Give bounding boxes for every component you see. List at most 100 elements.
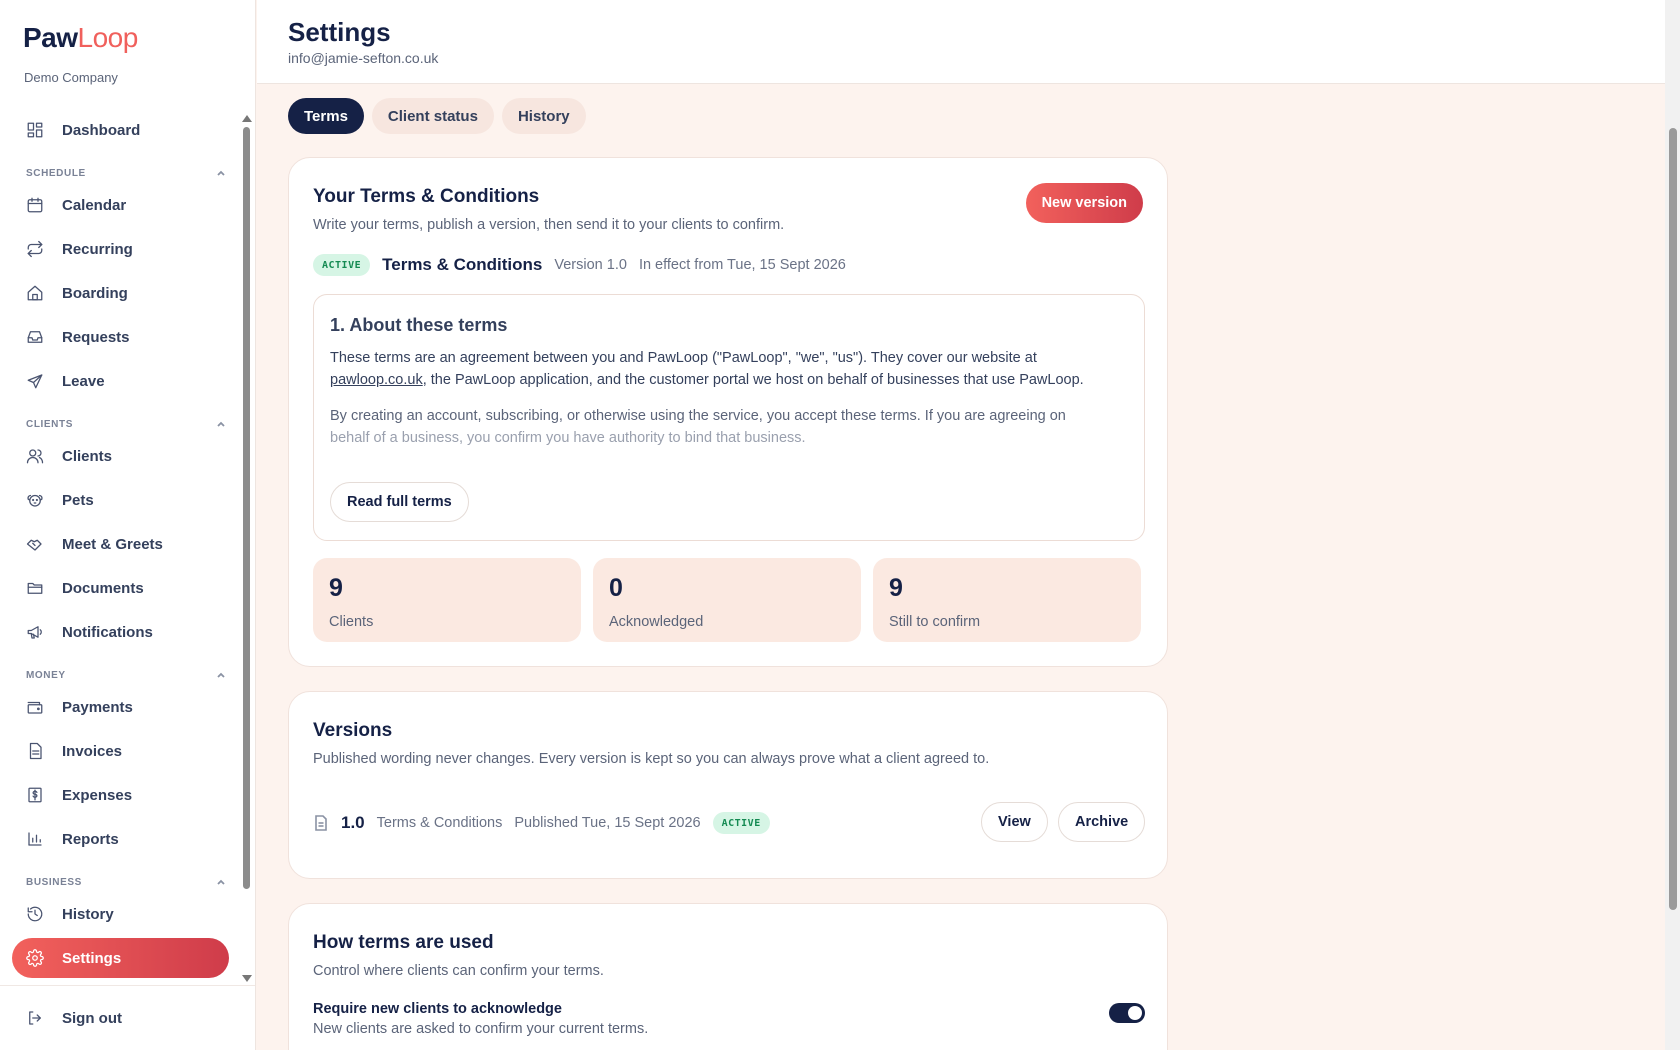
account-email: info@jamie-sefton.co.uk [288, 50, 439, 66]
scroll-up-arrow-icon[interactable] [242, 115, 252, 122]
versions-card: Versions Published wording never changes… [288, 691, 1168, 879]
sidebar-item-leave[interactable]: Leave [12, 361, 228, 401]
logo-text-loop: Loop [77, 22, 139, 53]
sidebar-item-label: Notifications [62, 623, 153, 641]
history-icon [26, 905, 44, 923]
terms-paragraph-2b: behalf of a business, you confirm you ha… [330, 430, 806, 446]
bar-chart-icon [26, 830, 44, 848]
terms-card: Your Terms & Conditions Write your terms… [288, 157, 1168, 667]
sidebar-item-boarding[interactable]: Boarding [12, 273, 228, 313]
page-scroll-thumb[interactable] [1669, 128, 1677, 910]
sidebar-item-label: Payments [62, 698, 133, 716]
new-version-button[interactable]: New version [1025, 183, 1143, 223]
sidebar-item-meet-greets[interactable]: Meet & Greets [12, 524, 228, 564]
terms-text: These terms are an agreement between you… [330, 350, 1037, 366]
handshake-icon [26, 535, 44, 553]
section-schedule[interactable]: SCHEDULE [26, 166, 226, 180]
document-icon [313, 815, 329, 831]
chevron-up-icon[interactable] [216, 168, 226, 178]
logout-icon [26, 1009, 44, 1027]
stat-still-to-confirm: 9 Still to confirm [873, 558, 1141, 642]
sidebar-item-calendar[interactable]: Calendar [12, 185, 228, 225]
sidebar-item-payments[interactable]: Payments [12, 687, 228, 727]
status-badge: ACTIVE [313, 254, 371, 276]
logo[interactable]: Paw Loop [23, 22, 138, 54]
chevron-up-icon[interactable] [216, 877, 226, 887]
sidebar-item-settings[interactable]: Settings [12, 938, 229, 978]
sidebar-item-label: Meet & Greets [62, 535, 163, 553]
sidebar-item-label: Boarding [62, 284, 128, 302]
company-name: Demo Company [24, 70, 118, 85]
terms-doc-title: Terms & Conditions [382, 255, 543, 274]
sidebar-item-label: Expenses [62, 786, 133, 804]
usage-card-desc: Control where clients can confirm your t… [313, 963, 604, 979]
sidebar-item-label: Documents [62, 579, 144, 597]
tab-client-status[interactable]: Client status [371, 98, 494, 134]
sidebar: Paw Loop Demo Company Dashboard SCHEDULE … [0, 0, 256, 1050]
section-label: CLIENTS [26, 418, 73, 430]
chevron-up-icon[interactable] [216, 670, 226, 680]
sidebar-item-label: Reports [62, 830, 119, 848]
view-version-button[interactable]: View [981, 802, 1048, 842]
home-icon [26, 284, 44, 302]
section-label: BUSINESS [26, 876, 82, 888]
settings-tabs: Terms Client status History [288, 98, 586, 134]
terms-section-title: 1. About these terms [330, 315, 508, 335]
section-money[interactable]: MONEY [26, 668, 226, 682]
dog-icon [26, 491, 44, 509]
archive-version-button[interactable]: Archive [1058, 802, 1146, 842]
toggle-knob [1128, 1006, 1142, 1020]
plane-icon [26, 372, 44, 390]
tab-history[interactable]: History [501, 98, 586, 134]
page-header: Settings info@jamie-sefton.co.uk [257, 0, 1665, 84]
sidebar-item-label: History [62, 905, 114, 923]
signout-divider [0, 985, 255, 986]
sidebar-item-pets[interactable]: Pets [12, 480, 228, 520]
sidebar-item-recurring[interactable]: Recurring [12, 229, 228, 269]
users-icon [26, 447, 44, 465]
require-ack-toggle[interactable] [1109, 1003, 1145, 1023]
chevron-up-icon[interactable] [216, 419, 226, 429]
sidebar-item-history[interactable]: History [12, 894, 228, 934]
sign-out-label: Sign out [62, 1009, 122, 1027]
sidebar-item-notifications[interactable]: Notifications [12, 612, 228, 652]
acknowledgement-stats: 9 Clients 0 Acknowledged 9 Still to conf… [313, 558, 1141, 642]
scroll-down-arrow-icon[interactable] [242, 975, 252, 982]
read-full-terms-button[interactable]: Read full terms [330, 482, 469, 522]
stat-label: Clients [329, 614, 374, 630]
tab-terms[interactable]: Terms [288, 98, 364, 134]
sidebar-scroll-thumb[interactable] [243, 127, 250, 889]
stat-value: 0 [609, 574, 623, 602]
sidebar-item-dashboard[interactable]: Dashboard [12, 110, 228, 150]
sidebar-item-clients[interactable]: Clients [12, 436, 228, 476]
gear-icon [26, 949, 44, 967]
sidebar-item-label: Calendar [62, 196, 127, 214]
terms-preview: 1. About these terms These terms are an … [313, 294, 1145, 541]
sidebar-item-reports[interactable]: Reports [12, 819, 228, 859]
setting-title: Require new clients to acknowledge [313, 1001, 562, 1017]
sidebar-item-label: Dashboard [62, 121, 141, 139]
sidebar-item-invoices[interactable]: Invoices [12, 731, 228, 771]
section-business[interactable]: BUSINESS [26, 875, 226, 889]
sidebar-item-label: Pets [62, 491, 94, 509]
version-name: Terms & Conditions [376, 815, 503, 831]
terms-version: Version 1.0 [554, 257, 627, 273]
pawloop-link[interactable]: pawloop.co.uk [330, 372, 423, 388]
page-scrollbar[interactable] [1665, 0, 1680, 1050]
sidebar-item-expenses[interactable]: Expenses [12, 775, 228, 815]
inbox-icon [26, 328, 44, 346]
dashboard-icon [26, 121, 44, 139]
sidebar-item-documents[interactable]: Documents [12, 568, 228, 608]
wallet-icon [26, 698, 44, 716]
repeat-icon [26, 240, 44, 258]
terms-paragraph-1: These terms are an agreement between you… [330, 347, 1130, 391]
sidebar-scrollbar[interactable] [242, 115, 252, 982]
sign-out-button[interactable]: Sign out [12, 998, 228, 1038]
section-clients[interactable]: CLIENTS [26, 417, 226, 431]
setting-desc: New clients are asked to confirm your cu… [313, 1021, 649, 1037]
sidebar-nav: Dashboard SCHEDULE Calendar Recurring Bo… [12, 110, 229, 980]
section-label: SCHEDULE [26, 167, 86, 179]
stat-label: Acknowledged [609, 614, 704, 630]
sidebar-item-requests[interactable]: Requests [12, 317, 228, 357]
version-published-date: Published Tue, 15 Sept 2026 [514, 815, 701, 831]
